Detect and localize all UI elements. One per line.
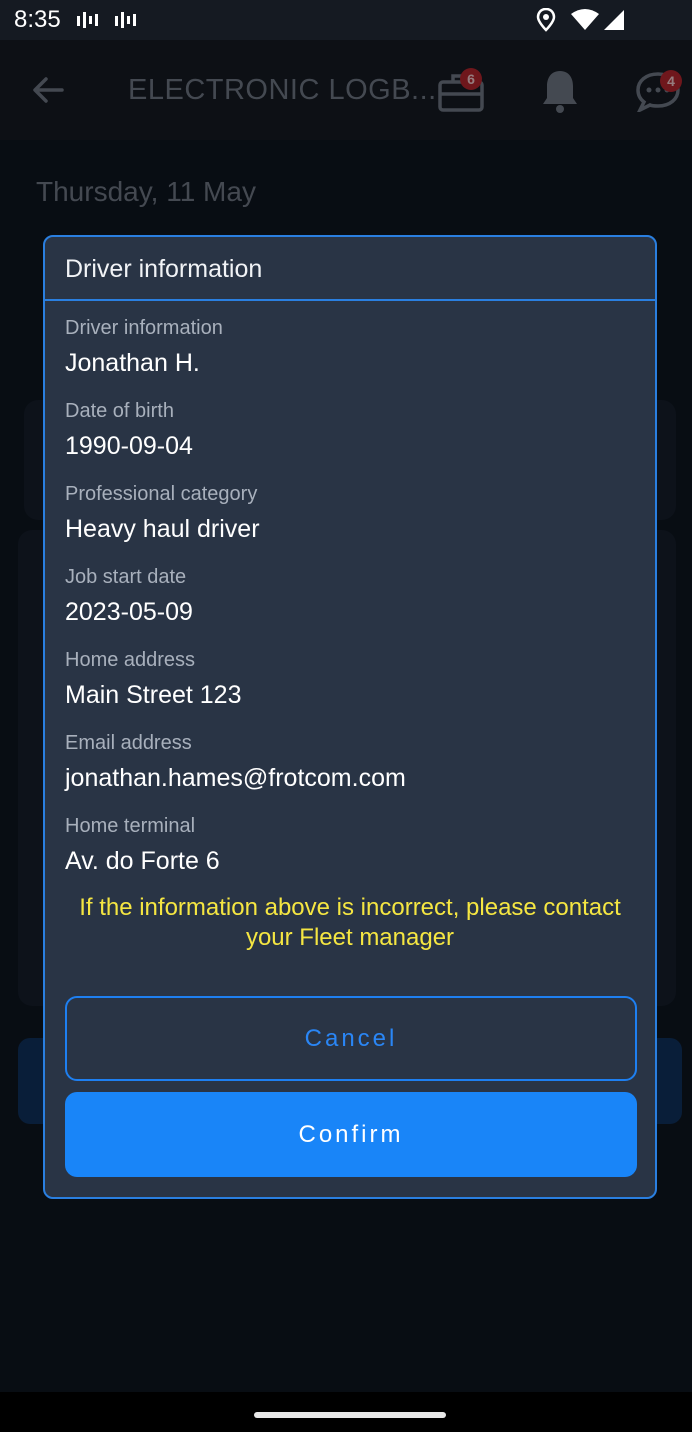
wifi-icon xyxy=(571,9,599,30)
field-label: Home address xyxy=(65,649,196,671)
field-label: Home terminal xyxy=(65,815,196,837)
field-driver-name: Driver information Jonathan H. xyxy=(65,317,635,400)
field-home-terminal: Home terminal Av. do Forte 6 xyxy=(65,815,635,898)
driver-info-dialog: Driver information Driver information Jo… xyxy=(43,235,657,1199)
home-indicator[interactable] xyxy=(254,1412,446,1418)
signal-activity-icon xyxy=(77,12,98,28)
field-email-address: Email address jonathan.hames@frotcom.com xyxy=(65,732,635,815)
status-bar: 8:35 xyxy=(0,0,692,40)
field-value: Heavy haul driver xyxy=(65,515,260,543)
field-professional-category: Professional category Heavy haul driver xyxy=(65,483,635,566)
field-label: Professional category xyxy=(65,483,258,505)
field-value: Av. do Forte 6 xyxy=(65,847,220,875)
field-value: Jonathan H. xyxy=(65,349,200,377)
confirm-button[interactable]: Confirm xyxy=(65,1092,637,1177)
field-label: Job start date xyxy=(65,566,187,588)
location-icon xyxy=(536,8,556,32)
field-job-start-date: Job start date 2023-05-09 xyxy=(65,566,635,649)
field-home-address: Home address Main Street 123 xyxy=(65,649,635,732)
field-label: Date of birth xyxy=(65,400,174,422)
field-date-of-birth: Date of birth 1990-09-04 xyxy=(65,400,635,483)
dialog-header: Driver information xyxy=(45,237,655,301)
screen: 8:35 ELECTRONIC LOGB... 6 4 Thursday, 11… xyxy=(0,0,692,1432)
field-label: Email address xyxy=(65,732,192,754)
status-time: 8:35 xyxy=(14,6,61,33)
field-list: Driver information Jonathan H. Date of b… xyxy=(65,317,635,898)
signal-activity-icon-2 xyxy=(115,12,136,28)
field-value: Main Street 123 xyxy=(65,681,242,709)
field-value: jonathan.hames@frotcom.com xyxy=(65,764,406,792)
cancel-button[interactable]: Cancel xyxy=(65,996,637,1081)
field-value: 1990-09-04 xyxy=(65,432,193,460)
field-label: Driver information xyxy=(65,317,223,339)
dialog-title: Driver information xyxy=(65,255,263,283)
field-value: 2023-05-09 xyxy=(65,598,193,626)
warning-message: If the information above is incorrect, p… xyxy=(79,894,621,951)
cell-signal-icon xyxy=(604,10,624,30)
